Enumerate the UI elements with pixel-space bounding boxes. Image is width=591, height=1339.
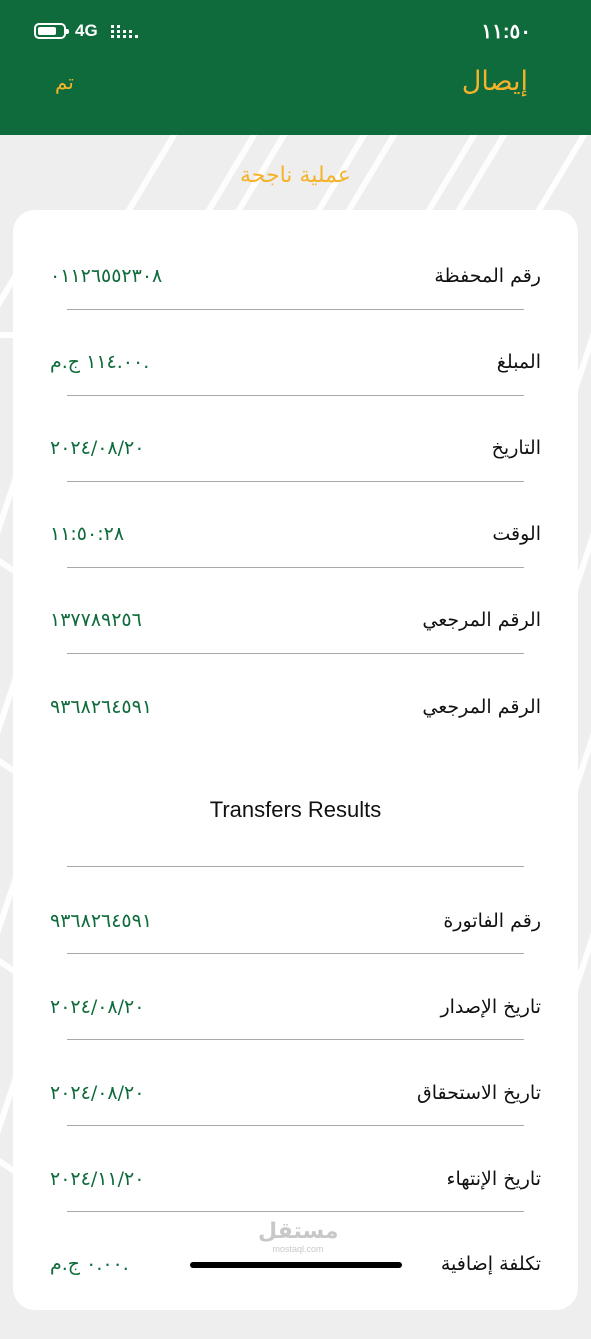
app-header: 4G ١١:٥٠ إيصال تم xyxy=(0,0,591,135)
detail-value: ٢٠٢٤/٠٨/٢٠ xyxy=(50,437,145,459)
watermark-main: مستقل xyxy=(258,1219,339,1244)
home-indicator[interactable] xyxy=(190,1262,402,1268)
detail-row-issue-date: تاريخ الإصدار ٢٠٢٤/٠٨/٢٠ xyxy=(13,996,578,1082)
detail-value: ٩٣٦٨٢٦٤٥٩١ xyxy=(50,910,153,932)
divider xyxy=(67,395,524,396)
detail-value: ٩٣٦٨٢٦٤٥٩١ xyxy=(50,696,153,718)
detail-label: رقم المحفظة xyxy=(434,265,541,287)
detail-row-time: الوقت ١١:٥٠:٢٨ xyxy=(13,523,578,609)
divider xyxy=(67,567,524,568)
detail-value: ٢٠٢٤/١١/٢٠ xyxy=(50,1168,145,1190)
divider xyxy=(67,1039,524,1040)
detail-value: ٠١١٢٦٥٥٢٣٠٨ xyxy=(50,265,163,287)
page-title: إيصال xyxy=(461,66,528,97)
divider xyxy=(67,309,524,310)
detail-value: ٢٠٢٤/٠٨/٢٠ xyxy=(50,996,145,1018)
detail-value: ٢٠٢٤/٠٨/٢٠ xyxy=(50,1082,145,1104)
battery-icon xyxy=(34,23,69,39)
detail-label: تاريخ الاستحقاق xyxy=(416,1082,541,1104)
detail-label: الوقت xyxy=(492,523,541,545)
detail-label: تكلفة إضافية xyxy=(440,1253,541,1275)
divider xyxy=(67,953,524,954)
detail-label: المبلغ xyxy=(496,351,541,373)
detail-row-reference-1: الرقم المرجعي ١٣٧٧٨٩٢٥٦ xyxy=(13,609,578,695)
status-bar: 4G ١١:٥٠ xyxy=(0,0,591,60)
detail-row-due-date: تاريخ الاستحقاق ٢٠٢٤/٠٨/٢٠ xyxy=(13,1082,578,1168)
divider xyxy=(67,481,524,482)
watermark-sub: mostaql.com xyxy=(272,1244,324,1254)
detail-label: الرقم المرجعي xyxy=(422,609,541,631)
success-message: عملية ناجحة xyxy=(240,163,351,188)
detail-label: تاريخ الإنتهاء xyxy=(446,1168,541,1190)
detail-row-reference-2: الرقم المرجعي ٩٣٦٨٢٦٤٥٩١ xyxy=(13,696,578,782)
divider xyxy=(67,1211,524,1212)
watermark-logo: مستقل mostaql.com xyxy=(258,1219,339,1255)
status-time: ١١:٥٠ xyxy=(481,21,531,43)
network-type: 4G xyxy=(75,21,98,40)
detail-label: رقم الفاتورة xyxy=(443,910,541,932)
detail-row-amount: المبلغ ١١٤.٠٠ ج.م. xyxy=(13,351,578,437)
detail-label: التاريخ xyxy=(491,437,541,459)
detail-value: ١١٤.٠٠ ج.م. xyxy=(50,351,150,373)
transfers-results-title: Transfers Results xyxy=(209,797,382,822)
detail-row-invoice-number: رقم الفاتورة ٩٣٦٨٢٦٤٥٩١ xyxy=(13,910,578,996)
detail-value: ١١:٥٠:٢٨ xyxy=(50,523,125,545)
done-button[interactable]: تم xyxy=(55,70,74,94)
section-divider xyxy=(67,866,524,867)
divider xyxy=(67,653,524,654)
receipt-card: رقم المحفظة ٠١١٢٦٥٥٢٣٠٨ المبلغ ١١٤.٠٠ ج.… xyxy=(13,210,578,1310)
detail-label: الرقم المرجعي xyxy=(422,696,541,718)
detail-value: ٠.٠٠ ج.م. xyxy=(50,1253,129,1275)
divider xyxy=(67,1125,524,1126)
detail-row-wallet-number: رقم المحفظة ٠١١٢٦٥٥٢٣٠٨ xyxy=(13,265,578,351)
detail-label: تاريخ الإصدار xyxy=(440,996,541,1018)
detail-value: ١٣٧٧٨٩٢٥٦ xyxy=(50,609,142,631)
signal-icon xyxy=(111,25,138,38)
detail-row-date: التاريخ ٢٠٢٤/٠٨/٢٠ xyxy=(13,437,578,523)
